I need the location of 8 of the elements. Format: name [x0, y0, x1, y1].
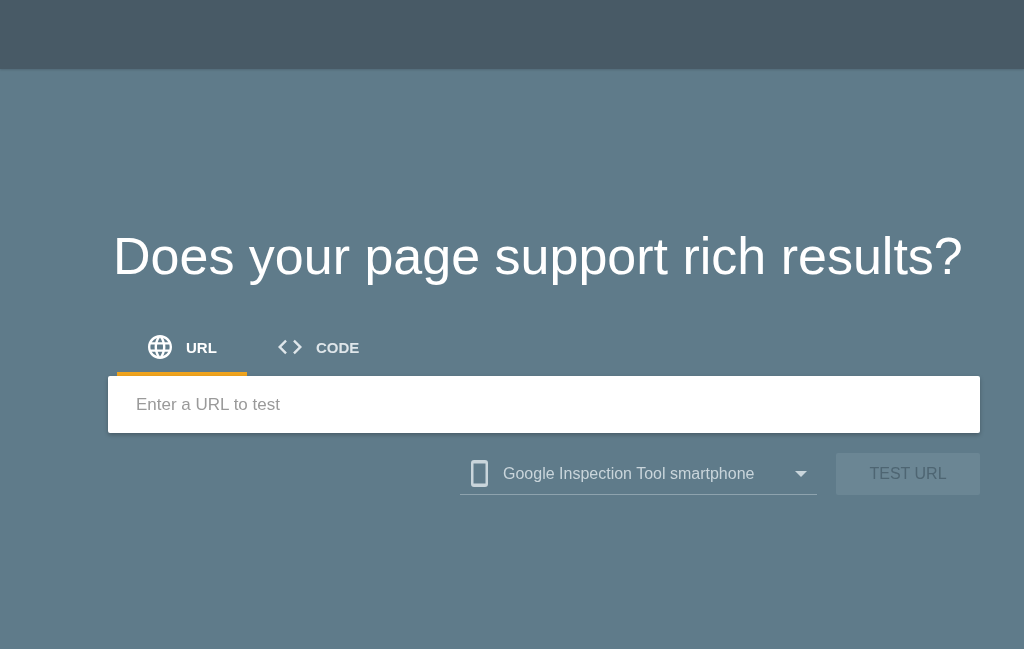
page-heading: Does your page support rich results?: [113, 226, 963, 286]
dropdown-caret-icon: [795, 470, 807, 477]
user-agent-value: Google Inspection Tool smartphone: [503, 464, 756, 483]
smartphone-icon: [471, 460, 488, 487]
mode-tab[interactable]: CODE: [247, 322, 390, 376]
url-input-field[interactable]: Enter a URL to test: [108, 376, 980, 433]
user-agent-dropdown[interactable]: Google Inspection Tool smartphone: [460, 453, 817, 495]
globe-icon: [148, 335, 172, 359]
